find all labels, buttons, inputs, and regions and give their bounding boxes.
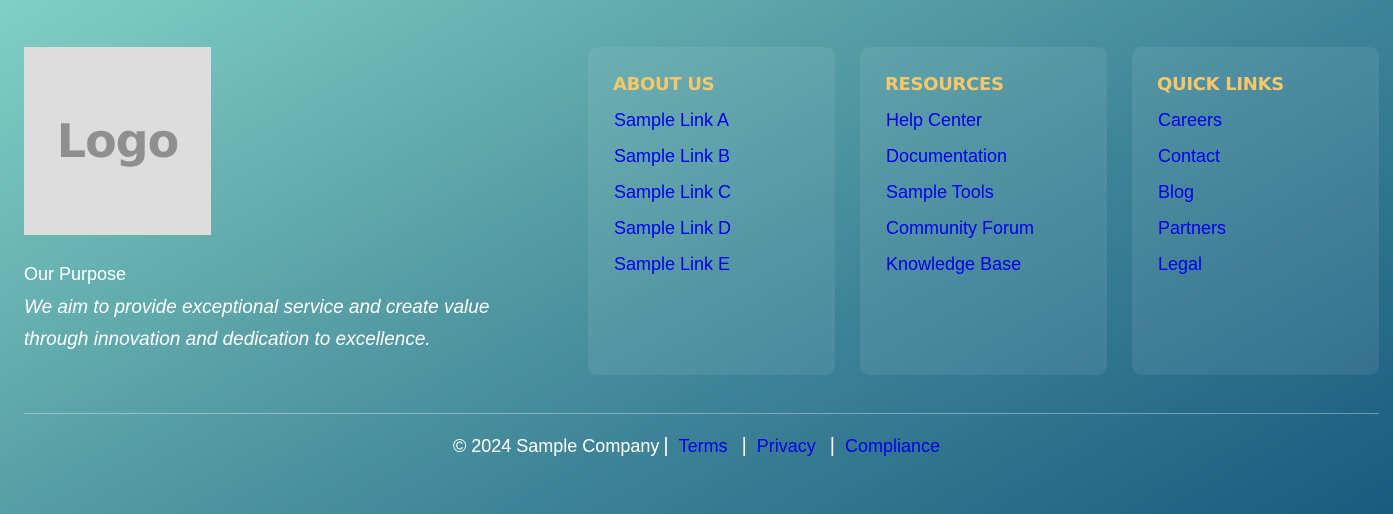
list-item: Contact (1158, 144, 1379, 180)
privacy-link[interactable]: Privacy (757, 436, 816, 456)
separator: | (741, 435, 747, 457)
about-link-b[interactable]: Sample Link B (614, 146, 730, 166)
quick-links-heading: QUICK LINKS (1157, 74, 1284, 95)
documentation-link[interactable]: Documentation (886, 146, 1007, 166)
contact-link[interactable]: Contact (1158, 146, 1220, 166)
list-item: Community Forum (886, 216, 1107, 252)
list-item: Sample Link B (614, 144, 835, 180)
help-center-link[interactable]: Help Center (886, 110, 982, 130)
compliance-link[interactable]: Compliance (845, 436, 940, 456)
list-item: Sample Tools (886, 180, 1107, 216)
knowledge-base-link[interactable]: Knowledge Base (886, 254, 1021, 274)
list-item: Sample Link A (614, 108, 835, 144)
list-item: Blog (1158, 180, 1379, 216)
copyright-text: © 2024 Sample Company (452, 436, 660, 456)
list-item: Legal (1158, 252, 1379, 288)
quick-links-card: QUICK LINKS Careers Contact Blog Partner… (1132, 47, 1379, 375)
sample-tools-link[interactable]: Sample Tools (886, 182, 994, 202)
careers-link[interactable]: Careers (1158, 110, 1222, 130)
about-us-links: Sample Link A Sample Link B Sample Link … (614, 108, 835, 288)
separator: | (829, 435, 835, 457)
about-us-heading: ABOUT US (613, 74, 715, 95)
footer-bottom-bar: © 2024 Sample Company | Terms | Privacy | Comp… (0, 432, 1393, 460)
resources-links: Help Center Documentation Sample Tools C… (886, 108, 1107, 288)
about-link-d[interactable]: Sample Link D (614, 218, 731, 238)
list-item: Sample Link E (614, 252, 835, 288)
list-item: Knowledge Base (886, 252, 1107, 288)
list-item: Help Center (886, 108, 1107, 144)
resources-heading: RESOURCES (885, 74, 1004, 95)
about-link-c[interactable]: Sample Link C (614, 182, 731, 202)
list-item: Partners (1158, 216, 1379, 252)
list-item: Careers (1158, 108, 1379, 144)
quick-links-list: Careers Contact Blog Partners Legal (1158, 108, 1379, 288)
purpose-text: We aim to provide exceptional service an… (24, 297, 490, 350)
separator: | (663, 435, 669, 457)
logo-text: Logo (56, 114, 179, 168)
footer-divider (24, 413, 1379, 414)
community-forum-link[interactable]: Community Forum (886, 218, 1034, 238)
list-item: Sample Link D (614, 216, 835, 252)
purpose-title: Our Purpose (24, 264, 127, 284)
list-item: Sample Link C (614, 180, 835, 216)
about-us-card: ABOUT US Sample Link A Sample Link B Sam… (588, 47, 835, 375)
partners-link[interactable]: Partners (1158, 218, 1226, 238)
blog-link[interactable]: Blog (1158, 182, 1194, 202)
about-link-e[interactable]: Sample Link E (614, 254, 730, 274)
terms-link[interactable]: Terms (679, 436, 728, 456)
logo-placeholder: Logo (24, 47, 211, 235)
list-item: Documentation (886, 144, 1107, 180)
resources-card: RESOURCES Help Center Documentation Samp… (860, 47, 1107, 375)
about-link-a[interactable]: Sample Link A (614, 110, 729, 130)
legal-link[interactable]: Legal (1158, 254, 1202, 274)
